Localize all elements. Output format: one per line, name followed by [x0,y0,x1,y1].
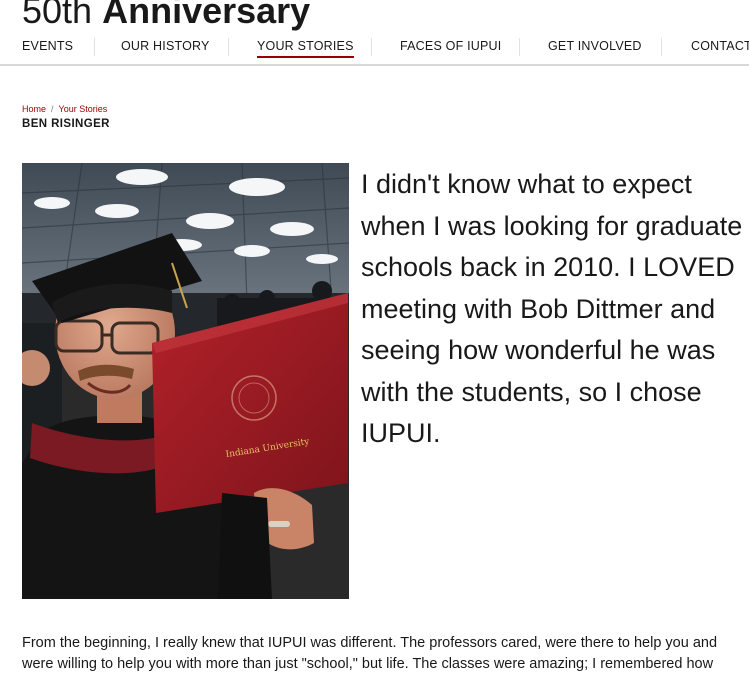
nav-item-events[interactable]: EVENTS [22,39,73,59]
story-body: From the beginning, I really knew that I… [22,635,718,672]
nav-item-contact[interactable]: CONTACT [691,39,749,59]
nav-divider [94,38,95,56]
nav-divider [228,38,229,56]
nav-divider [371,38,372,56]
site-title[interactable]: 50th Anniversary [22,0,310,32]
nav-item-get-involved[interactable]: GET INVOLVED [548,39,642,59]
nav-divider [661,38,662,56]
nav-item-faces-of-iupui[interactable]: FACES OF IUPUI [400,39,501,59]
breadcrumb: Home / Your Stories [22,104,107,114]
breadcrumb-your-stories-link[interactable]: Your Stories [59,104,108,114]
nav-item-our-history[interactable]: OUR HISTORY [121,39,210,59]
breadcrumb-separator: / [51,104,54,114]
testimonial-quote: I didn't know what to expect when I was … [361,169,743,448]
main-nav: EVENTS OUR HISTORY YOUR STORIES FACES OF… [0,34,749,66]
nav-item-your-stories[interactable]: YOUR STORIES [257,39,354,59]
nav-divider [519,38,520,56]
page-title: BEN RISINGER [22,118,110,130]
site-title-light: 50th [22,0,93,31]
graduation-photo-art: Indiana University [22,163,349,599]
site-title-bold: Anniversary [102,0,311,31]
graduation-photo: Indiana University [22,163,349,599]
breadcrumb-home-link[interactable]: Home [22,104,46,114]
